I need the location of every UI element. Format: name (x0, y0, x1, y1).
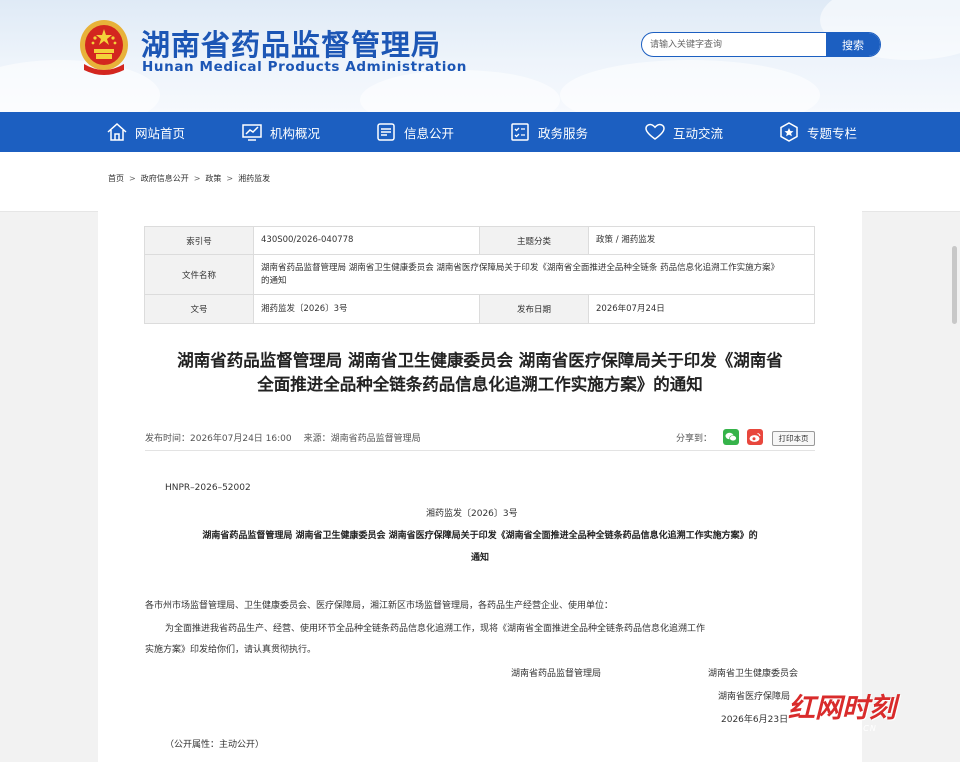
breadcrumb-link-home[interactable]: 首页 (108, 174, 124, 183)
sign-date: 2026年6月23日 (721, 715, 789, 725)
nav-label: 政务服务 (538, 125, 589, 141)
document-icon (377, 123, 395, 141)
doc-code: HNPR–2026–52002 (165, 483, 251, 493)
search-button[interactable]: 搜索 (826, 33, 880, 56)
article-title: 湖南省药品监督管理局 湖南省卫生健康委员会 湖南省医疗保障局关于印发《湖南省 全… (138, 349, 822, 397)
divider (145, 450, 815, 451)
heart-chat-icon (645, 123, 665, 140)
print-button[interactable]: 打印本页 (772, 431, 815, 446)
meta-value: 2026年07月24日 (588, 294, 815, 324)
nav-item-about[interactable]: 机构概况 (241, 112, 320, 152)
breadcrumb-link-category[interactable]: 湘药监发 (238, 174, 270, 183)
nav-label: 机构概况 (270, 125, 321, 141)
disclosure-attribute: （公开属性：主动公开） (165, 740, 265, 750)
nav-label: 信息公开 (404, 125, 455, 141)
site-title: 湖南省药品监督管理局 (141, 28, 442, 62)
home-icon (107, 122, 127, 141)
nav-item-topics[interactable]: 专题专栏 (778, 112, 857, 152)
watermark-logo: 红网时刻 (788, 693, 896, 724)
metadata-table: 索引号 430S00/2026-040778 主题分类 政策 / 湘药监发 文件… (144, 226, 815, 324)
article-card: 索引号 430S00/2026-040778 主题分类 政策 / 湘药监发 文件… (98, 200, 862, 762)
search-input[interactable] (642, 33, 828, 56)
site-header: 湖南省药品监督管理局 Hunan Medical Products Admini… (0, 0, 960, 112)
nav-item-home[interactable]: 网站首页 (106, 112, 185, 152)
meta-label: 文号 (144, 294, 254, 324)
nav-label: 网站首页 (135, 125, 186, 141)
paragraph-line: 为全面推进我省药品生产、经营、使用环节全品种全链条药品信息化追溯工作，现将《湖南… (165, 624, 706, 634)
paragraph-line: 实施方案》印发给你们，请认真贯彻执行。 (145, 645, 317, 655)
doc-bold-title-line: 湖南省药品监督管理局 湖南省卫生健康委员会 湖南省医疗保障局关于印发《湖南省全面… (202, 531, 758, 541)
meta-label: 文件名称 (144, 254, 254, 295)
publish-info: 发布时间：2026年07月24日 16:00 来源：湖南省药品监督管理局 (145, 431, 421, 444)
badge-icon (780, 122, 798, 142)
nav-item-interaction[interactable]: 互动交流 (644, 112, 723, 152)
meta-label: 索引号 (144, 226, 254, 255)
publish-time: 发布时间：2026年07月24日 16:00 (145, 434, 292, 444)
nav-item-disclosure[interactable]: 信息公开 (375, 112, 454, 152)
nav-item-services[interactable]: 政务服务 (509, 112, 588, 152)
meta-value: 政策 / 湘药监发 (588, 226, 815, 255)
signatory: 湖南省药品监督管理局 (511, 669, 602, 679)
weibo-share-icon[interactable] (747, 429, 763, 445)
breadcrumb-link-policy[interactable]: 政策 (205, 174, 221, 183)
nav-label: 互动交流 (673, 125, 724, 141)
meta-label: 主题分类 (479, 226, 589, 255)
checklist-icon (511, 123, 529, 141)
doc-number: 湘药监发〔2026〕3号 (426, 509, 518, 519)
wechat-share-icon[interactable] (723, 429, 739, 445)
watermark-sub: REDNET.CN (822, 724, 877, 733)
article-title-line: 湖南省药品监督管理局 湖南省卫生健康委员会 湖南省医疗保障局关于印发《湖南省 (177, 351, 783, 370)
rednet-watermark: 红网时刻 REDNET.CN (788, 686, 896, 733)
article-title-line: 全面推进全品种全链条药品信息化追溯工作实施方案》的通知 (257, 375, 703, 394)
publish-source: 来源：湖南省药品监督管理局 (303, 434, 421, 444)
nav-label: 专题专栏 (807, 125, 858, 141)
scrollbar-thumb[interactable] (952, 246, 957, 324)
meta-value: 湘药监发〔2026〕3号 (253, 294, 480, 324)
chart-icon (242, 124, 262, 141)
search-box: 搜索 (641, 32, 881, 57)
meta-label: 发布日期 (479, 294, 589, 324)
national-emblem-icon (80, 20, 128, 75)
meta-value: 湖南省药品监督管理局 湖南省卫生健康委员会 湖南省医疗保障局关于印发《湖南省全面… (253, 254, 815, 295)
signatory: 湖南省医疗保障局 (718, 692, 791, 702)
main-nav: 网站首页 机构概况 信息公开 政务服务 互动交流 专题专栏 (0, 112, 960, 152)
addressee: 各市州市场监督管理局、卫生健康委员会、医疗保障局，湘江新区市场监督管理局，各药品… (145, 601, 614, 611)
signatory: 湖南省卫生健康委员会 (708, 669, 799, 679)
share-label: 分享到： (676, 434, 713, 444)
breadcrumb-link-disclosure[interactable]: 政府信息公开 (141, 174, 189, 183)
breadcrumb: 首页 > 政府信息公开 > 政策 > 湘药监发 (108, 174, 271, 183)
meta-value: 430S00/2026-040778 (253, 226, 480, 255)
site-subtitle: Hunan Medical Products Administration (142, 59, 468, 75)
doc-bold-title: 湖南省药品监督管理局 湖南省卫生健康委员会 湖南省医疗保障局关于印发《湖南省全面… (142, 525, 818, 569)
doc-bold-title-line: 通知 (470, 553, 489, 563)
